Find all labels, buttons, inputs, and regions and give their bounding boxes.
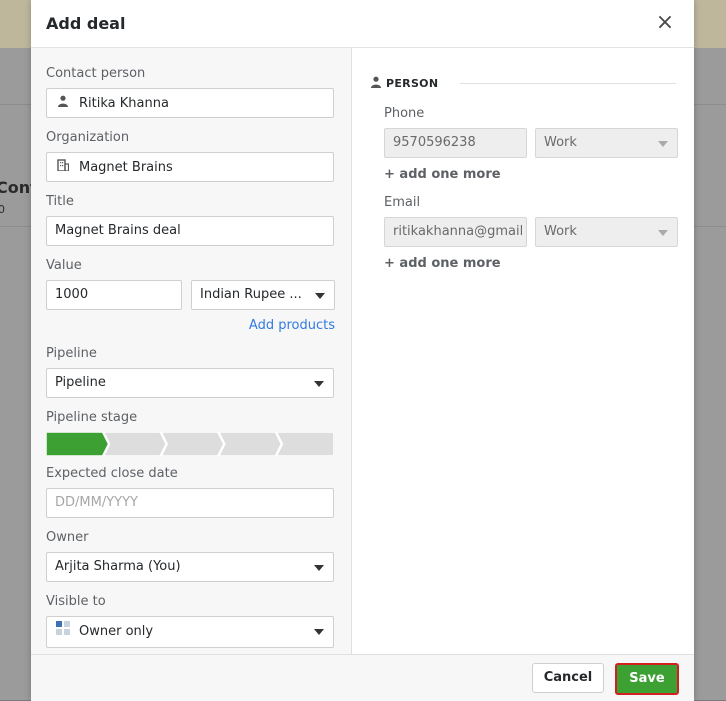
pipeline-select-value: Pipeline [55,375,106,390]
visible-to-value: Owner only [79,624,154,639]
save-button[interactable]: Save [615,663,679,695]
add-email-link[interactable]: + add one more [384,256,501,271]
chevron-down-icon [314,381,324,387]
organization-field[interactable]: Magnet Brains [46,152,334,182]
contact-person-label: Contact person [46,66,146,81]
organization-label: Organization [46,130,130,145]
chevron-down-icon [658,141,668,147]
owner-label: Owner [46,530,89,545]
person-icon [371,76,381,88]
pipeline-stage-1[interactable] [45,431,110,457]
person-panel: PERSON Phone 9570596238 Work + add one m… [352,48,694,654]
chevron-down-icon [314,565,324,571]
organization-value: Magnet Brains [79,160,173,175]
pipeline-stages-svg [45,431,335,457]
contact-person-field[interactable]: Ritika Khanna [46,88,334,118]
email-label: Email [384,195,421,210]
owner-select-value: Arjita Sharma (You) [55,559,181,574]
currency-select-value: Indian Rupee ... [200,287,302,302]
deal-details-panel: Contact person Ritika Khanna Organizatio… [31,48,352,654]
pipeline-stage-4[interactable] [217,431,283,457]
pipeline-stage-label: Pipeline stage [46,410,138,425]
modal-title: Add deal [46,14,126,33]
email-input[interactable]: ritikakhanna@gmail [384,217,527,247]
phone-input[interactable]: 9570596238 [384,128,527,158]
phone-type-value: Work [544,135,577,150]
value-label: Value [46,258,82,273]
section-divider [460,83,676,84]
pipeline-label: Pipeline [46,346,97,361]
person-section-title: PERSON [386,77,439,90]
chevron-down-icon [314,629,324,635]
visibility-grid-icon [55,617,71,645]
title-label: Title [46,194,74,209]
add-products-link[interactable]: Add products [249,318,335,333]
pipeline-stage-2[interactable] [102,431,168,457]
chevron-down-icon [315,293,325,299]
person-icon [55,89,71,117]
title-input[interactable]: Magnet Brains deal [46,216,334,246]
close-date-placeholder: DD/MM/YYYY [55,495,138,510]
background-contact-count: 0 [0,203,5,216]
visible-to-select[interactable]: Owner only [46,616,334,648]
phone-type-select[interactable]: Work [535,128,678,158]
chevron-down-icon [658,230,668,236]
modal-header: Add deal × [31,0,694,48]
add-phone-link[interactable]: + add one more [384,167,501,182]
cancel-button[interactable]: Cancel [532,663,604,693]
email-type-value: Work [544,224,577,239]
phone-label: Phone [384,106,425,121]
pipeline-stage-3[interactable] [159,431,225,457]
pipeline-stage-5[interactable] [275,431,335,457]
visible-to-label: Visible to [46,594,106,609]
close-date-label: Expected close date [46,466,178,481]
email-type-select[interactable]: Work [535,217,678,247]
person-section-heading: PERSON [370,76,438,90]
currency-select[interactable]: Indian Rupee ... [191,280,335,310]
contact-person-value: Ritika Khanna [79,96,169,111]
add-deal-modal: Add deal × Contact person Ritika Khanna … [31,0,694,701]
owner-select[interactable]: Arjita Sharma (You) [46,552,334,582]
pipeline-select[interactable]: Pipeline [46,368,334,398]
pipeline-stage-selector [45,431,335,457]
modal-footer: Cancel Save [31,654,694,701]
value-amount-input[interactable]: 1000 [46,280,182,310]
close-icon[interactable]: × [654,12,676,34]
close-date-input[interactable]: DD/MM/YYYY [46,488,334,518]
building-icon [55,153,71,181]
